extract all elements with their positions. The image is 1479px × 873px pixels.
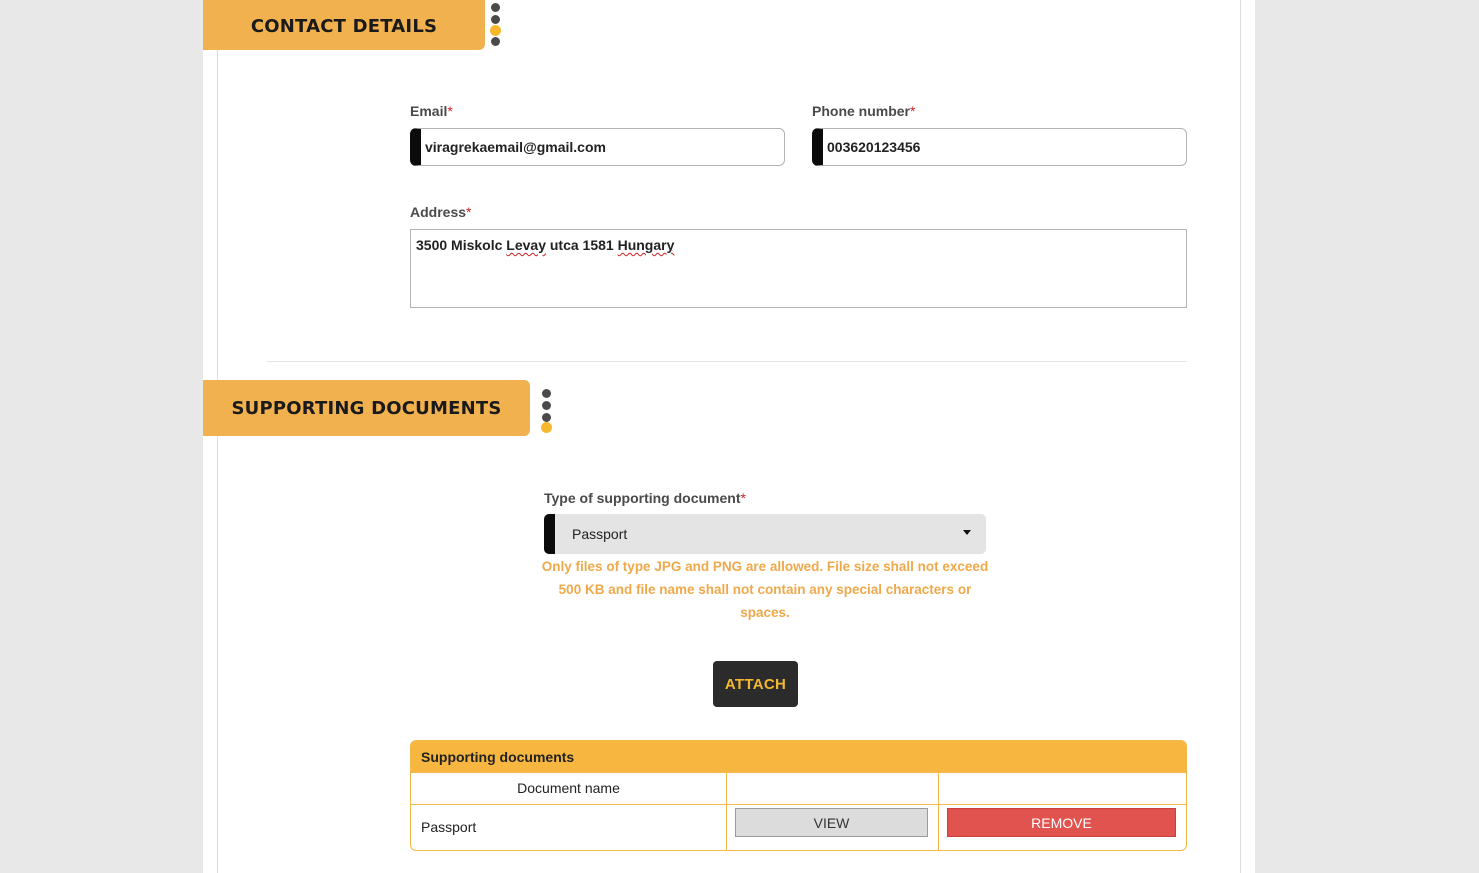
remove-button[interactable]: REMOVE bbox=[947, 808, 1176, 837]
contact-details-header: CONTACT DETAILS bbox=[203, 0, 485, 50]
supporting-documents-header: SUPPORTING DOCUMENTS bbox=[203, 380, 530, 436]
page-border-right bbox=[1240, 0, 1241, 873]
column-header-document-name: Document name bbox=[517, 780, 620, 796]
address-field[interactable]: 3500 Miskolc Levay utca 1581 Hungary bbox=[410, 229, 1187, 308]
attach-button[interactable]: ATTACH bbox=[713, 661, 798, 707]
file-requirements-note: Only files of type JPG and PNG are allow… bbox=[541, 559, 989, 620]
caret-down-icon bbox=[963, 530, 971, 535]
supporting-documents-title: SUPPORTING DOCUMENTS bbox=[231, 397, 502, 419]
form-page: CONTACT DETAILS Email* viragrekaemail@gm… bbox=[203, 0, 1255, 873]
phone-label: Phone number* bbox=[812, 103, 916, 119]
table-caption: Supporting documents bbox=[411, 741, 1186, 772]
address-label: Address* bbox=[410, 204, 472, 220]
email-field[interactable]: viragrekaemail@gmail.com bbox=[410, 128, 785, 166]
page-border-left bbox=[217, 0, 218, 873]
supporting-documents-table: Supporting documents Document name Passp… bbox=[410, 740, 1187, 851]
section-divider bbox=[266, 361, 1187, 362]
view-button[interactable]: VIEW bbox=[735, 808, 928, 837]
contact-details-title: CONTACT DETAILS bbox=[250, 15, 438, 37]
document-type-select[interactable]: Passport bbox=[544, 514, 986, 554]
email-label: Email* bbox=[410, 103, 453, 119]
document-type-label: Type of supporting document* bbox=[544, 490, 746, 506]
phone-field[interactable]: 003620123456 bbox=[812, 128, 1187, 166]
table-row-document-name: Passport bbox=[421, 819, 477, 835]
